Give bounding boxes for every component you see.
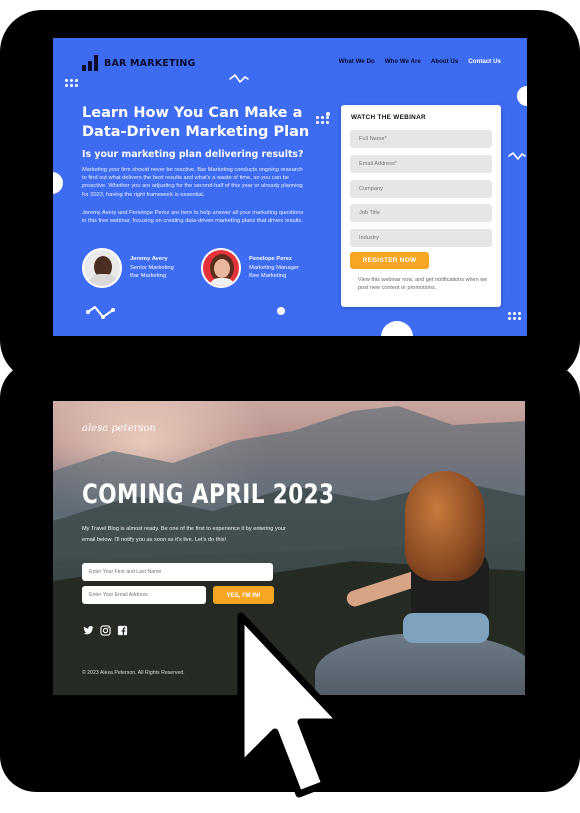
instagram-icon[interactable]	[100, 623, 111, 636]
speaker-name: Penelope Perez	[249, 256, 292, 263]
brand-logo[interactable]: BAR MARKETING	[82, 55, 196, 71]
page-subheadline: Is your marketing plan delivering result…	[82, 149, 304, 160]
nav-contact-us[interactable]: Contact Us	[468, 58, 501, 65]
speaker-card: Penelope Perez Marketing Manager Bee Mar…	[201, 248, 299, 288]
speaker-role: Marketing Manager	[249, 264, 299, 271]
company-field[interactable]	[350, 180, 492, 198]
copyright-footer: © 2023 Alexa Peterson. All Rights Reserv…	[82, 670, 185, 676]
email-field[interactable]	[82, 586, 206, 604]
cursor-pointer-icon	[237, 612, 345, 798]
avatar	[82, 248, 122, 288]
speaker-name: Jeremy Avery	[130, 256, 168, 263]
name-field[interactable]	[82, 563, 273, 581]
form-title: WATCH THE WEBINAR	[351, 114, 426, 121]
speaker-company: Bee Marketing	[249, 273, 287, 280]
register-now-button[interactable]: REGISTER NOW	[350, 252, 429, 269]
decorative-dots	[65, 79, 78, 87]
page-headline: Learn How You Can Make a Data-Driven Mar…	[82, 105, 310, 140]
webinar-landing-page: BAR MARKETING What We Do Who We Are Abou…	[53, 38, 527, 336]
social-links	[83, 623, 128, 636]
decorative-dots	[508, 312, 521, 320]
speakers-paragraph: Jeremy Avery and Penelope Perez are here…	[82, 210, 304, 225]
nav-who-we-are[interactable]: Who We Are	[385, 58, 421, 65]
speaker-role: Senior Marketing	[130, 264, 174, 271]
speaker-company: Bar Marketing	[130, 273, 167, 280]
full-name-field[interactable]	[350, 130, 492, 148]
person-hair	[405, 471, 485, 581]
decorative-circle	[277, 307, 285, 315]
decorative-circle	[53, 172, 63, 194]
nav-about-us[interactable]: About Us	[431, 58, 459, 65]
blog-logo[interactable]: alesa peterson	[82, 423, 156, 434]
blog-intro-paragraph: My Travel Blog is almost ready. Be one o…	[82, 526, 286, 543]
email-field[interactable]	[350, 155, 492, 173]
coming-soon-headline: COMING APRIL 2023	[82, 479, 335, 510]
avatar	[201, 248, 241, 288]
industry-field[interactable]	[350, 229, 492, 247]
form-note: View this webinar now, and get notificat…	[358, 277, 488, 291]
webinar-registration-form: WATCH THE WEBINAR REGISTER NOW View this…	[341, 105, 501, 307]
main-nav: What We Do Who We Are About Us Contact U…	[339, 58, 501, 65]
bar-chart-icon	[82, 55, 98, 71]
nav-what-we-do[interactable]: What We Do	[339, 58, 375, 65]
decorative-circle	[517, 86, 527, 106]
person-shorts	[403, 613, 489, 643]
decorative-circle	[381, 321, 413, 336]
decorative-squiggle	[508, 152, 526, 160]
decorative-dots	[316, 116, 329, 124]
speaker-card: Jeremy Avery Senior Marketing Bar Market…	[82, 248, 174, 288]
brand-name: BAR MARKETING	[104, 57, 196, 69]
intro-paragraph: Marketing your firm should never be reac…	[82, 167, 303, 198]
facebook-icon[interactable]	[117, 623, 128, 636]
decorative-squiggle	[229, 74, 249, 83]
decorative-squiggle	[86, 306, 115, 319]
job-title-field[interactable]	[350, 204, 492, 222]
twitter-icon[interactable]	[83, 623, 94, 635]
signup-button[interactable]: YES, I'M IN!	[213, 586, 274, 604]
